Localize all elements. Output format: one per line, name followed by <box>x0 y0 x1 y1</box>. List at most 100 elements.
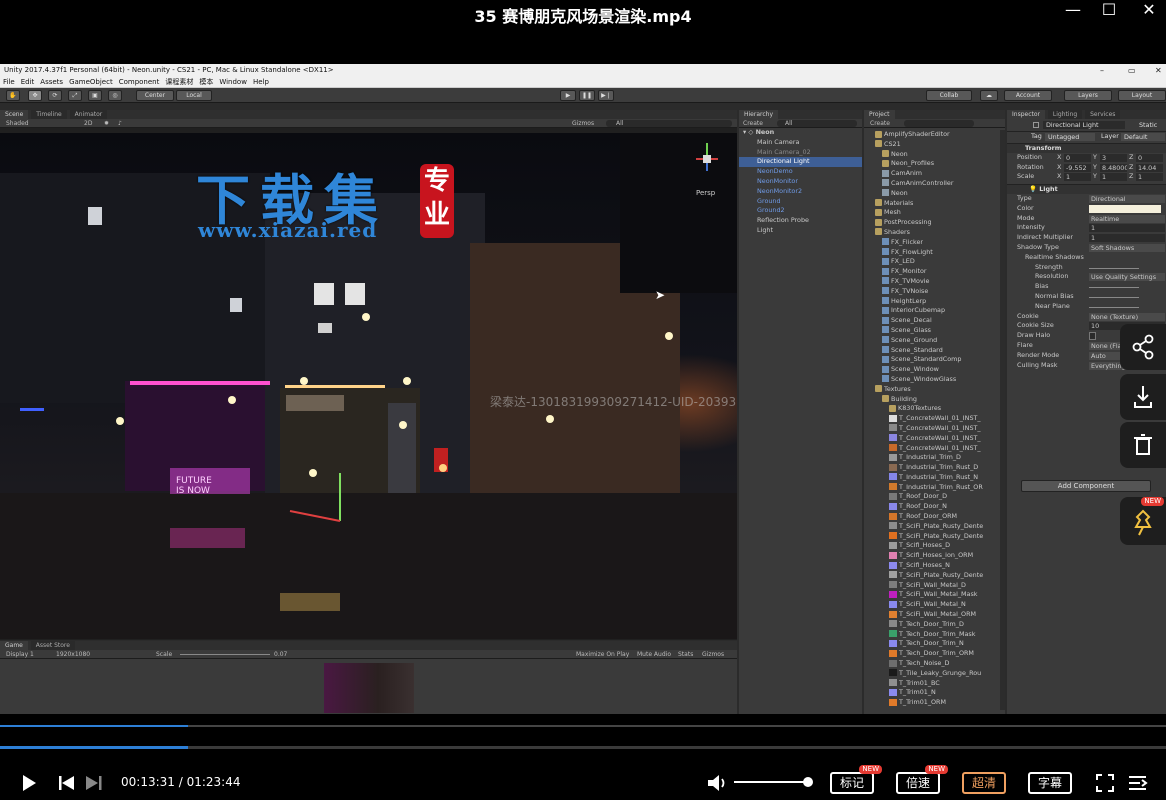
seek-bar[interactable] <box>0 746 1166 749</box>
project-item[interactable]: PostProcessing <box>864 218 1005 228</box>
tab-services[interactable]: Services <box>1085 110 1121 119</box>
menu-item[interactable]: Edit <box>21 78 35 86</box>
hierarchy-search-input[interactable]: All <box>777 120 857 127</box>
light-prop-value[interactable]: Realtime <box>1089 214 1165 223</box>
menu-item[interactable]: Assets <box>40 78 63 86</box>
tab-lighting[interactable]: Lighting <box>1047 110 1083 119</box>
project-item[interactable]: T_Roof_Door_ORM <box>864 512 1005 522</box>
hierarchy-item[interactable]: NeonMonitor <box>739 177 862 187</box>
project-item[interactable]: T_SciFi_Plate_Rusty_Dente <box>864 522 1005 532</box>
cloud-icon[interactable]: ☁ <box>980 90 998 101</box>
hierarchy-item[interactable]: Light <box>739 226 862 236</box>
move-tool-icon[interactable]: ✥ <box>28 90 42 101</box>
tab-project[interactable]: Project <box>864 110 895 119</box>
project-item[interactable]: HeightLerp <box>864 297 1005 307</box>
download-button[interactable] <box>1120 374 1166 420</box>
2d-toggle[interactable]: 2D <box>84 119 92 127</box>
object-active-checkbox[interactable] <box>1033 122 1039 128</box>
account-button[interactable]: Account <box>1004 90 1052 101</box>
hd-button[interactable]: 超清 <box>962 772 1006 794</box>
project-item[interactable]: T_Industrial_Trim_D <box>864 453 1005 463</box>
light-prop-value[interactable] <box>1089 267 1139 269</box>
rotation-x-field[interactable]: -9.552 <box>1064 163 1091 172</box>
menu-item[interactable]: GameObject <box>69 78 113 86</box>
project-item[interactable]: T_Tech_Noise_D <box>864 659 1005 669</box>
menu-item[interactable]: 模本 <box>199 78 213 86</box>
project-item[interactable]: Scene_WindowGlass <box>864 375 1005 385</box>
transform-header[interactable]: Transform <box>1007 143 1166 153</box>
hierarchy-item[interactable]: Reflection Probe <box>739 216 862 226</box>
project-item[interactable]: T_ConcreteWall_01_INST_ <box>864 434 1005 444</box>
light-prop-value[interactable]: Soft Shadows <box>1089 243 1165 252</box>
project-item[interactable]: FX_Flicker <box>864 238 1005 248</box>
shading-mode-dropdown[interactable]: Shaded <box>6 119 29 127</box>
light-prop-value[interactable] <box>1089 296 1139 298</box>
light-prop-value[interactable]: Directional <box>1089 194 1165 203</box>
scene-orientation-gizmo[interactable] <box>692 137 722 175</box>
hierarchy-item[interactable]: Directional Light <box>739 157 862 168</box>
project-item[interactable]: T_Tech_Door_Trim_D <box>864 620 1005 630</box>
tab-inspector[interactable]: Inspector <box>1007 110 1045 119</box>
pause-icon[interactable]: ❚❚ <box>579 90 595 101</box>
speed-button[interactable]: 倍速 NEW <box>896 765 948 794</box>
project-item[interactable]: Neon <box>864 150 1005 160</box>
next-button[interactable] <box>85 775 103 795</box>
previous-button[interactable] <box>58 775 76 795</box>
tab-scene[interactable]: Scene <box>0 110 29 119</box>
light-prop-value[interactable] <box>1089 332 1096 341</box>
project-item[interactable]: T_Industrial_Trim_Rust_OR <box>864 483 1005 493</box>
hierarchy-item[interactable]: Main Camera_02 <box>739 148 862 158</box>
project-item[interactable]: T_Tile_Leaky_Grunge_Rou <box>864 669 1005 679</box>
position-x-field[interactable]: 0 <box>1064 153 1091 162</box>
project-item[interactable]: Textures <box>864 385 1005 395</box>
menu-item[interactable]: 课程素材 <box>165 78 193 86</box>
project-item[interactable]: T_ConcreteWall_01_INST_ <box>864 444 1005 454</box>
maximize-button[interactable]: ☐ <box>1092 0 1126 22</box>
project-item[interactable]: K830Textures <box>864 404 1005 414</box>
layers-button[interactable]: Layers <box>1064 90 1112 101</box>
light-prop-value[interactable]: 1 <box>1089 224 1165 233</box>
rect-tool-icon[interactable]: ▣ <box>88 90 102 101</box>
display-dropdown[interactable]: Display 1 <box>6 650 34 658</box>
tab-animator[interactable]: Animator <box>69 110 108 119</box>
menu-item[interactable]: Component <box>119 78 160 86</box>
project-item[interactable]: T_Industrial_Trim_Rust_D <box>864 463 1005 473</box>
volume-button[interactable] <box>706 773 728 797</box>
project-item[interactable]: Building <box>864 395 1005 405</box>
project-item[interactable]: T_Industrial_Trim_Rust_N <box>864 473 1005 483</box>
tab-asset-store[interactable]: Asset Store <box>30 641 75 650</box>
rotation-z-field[interactable]: 14.04 <box>1136 163 1163 172</box>
project-item[interactable]: T_SciFi_Plate_Rusty_Dente <box>864 532 1005 542</box>
unity-restore-icon[interactable]: ▭ <box>1128 64 1136 77</box>
gizmos-dropdown[interactable]: Gizmos <box>572 119 594 127</box>
project-item[interactable]: Neon <box>864 189 1005 199</box>
collab-button[interactable]: Collab <box>926 90 972 101</box>
mark-button[interactable]: 标记 NEW <box>830 765 882 794</box>
light-prop-value[interactable]: 1 <box>1089 234 1165 243</box>
resolution-dropdown[interactable]: 1920x1080 <box>56 650 90 658</box>
step-icon[interactable]: ▶❘ <box>598 90 614 101</box>
project-scrollbar[interactable] <box>1000 130 1005 710</box>
light-prop-value[interactable] <box>1089 306 1139 308</box>
layer-dropdown[interactable]: Default <box>1121 133 1165 141</box>
unity-minimize-icon[interactable]: – <box>1100 64 1104 77</box>
project-item[interactable]: T_Scifi_Hoses_N <box>864 561 1005 571</box>
project-item[interactable]: FX_TVNoise <box>864 287 1005 297</box>
scale-tool-icon[interactable]: ⤢ <box>68 90 82 101</box>
project-item[interactable]: Scene_Standard <box>864 346 1005 356</box>
project-item[interactable]: Scene_Glass <box>864 326 1005 336</box>
project-item[interactable]: FX_TVMovie <box>864 277 1005 287</box>
light-gizmo-icon[interactable] <box>546 415 554 423</box>
playlist-button[interactable] <box>1128 774 1148 796</box>
minimize-button[interactable]: — <box>1056 0 1090 22</box>
project-item[interactable]: Scene_Ground <box>864 336 1005 346</box>
play-icon[interactable]: ▶ <box>560 90 576 101</box>
light-gizmo-icon[interactable] <box>403 377 411 385</box>
project-item[interactable]: T_SciFi_Wall_Metal_D <box>864 581 1005 591</box>
position-y-field[interactable]: 3 <box>1100 153 1127 162</box>
stats-toggle[interactable]: Stats <box>678 650 693 658</box>
light-gizmo-icon[interactable] <box>300 377 308 385</box>
project-item[interactable]: T_Roof_Door_D <box>864 492 1005 502</box>
scene-search-input[interactable]: All <box>606 120 732 127</box>
pivot-local-button[interactable]: Local <box>176 90 212 101</box>
